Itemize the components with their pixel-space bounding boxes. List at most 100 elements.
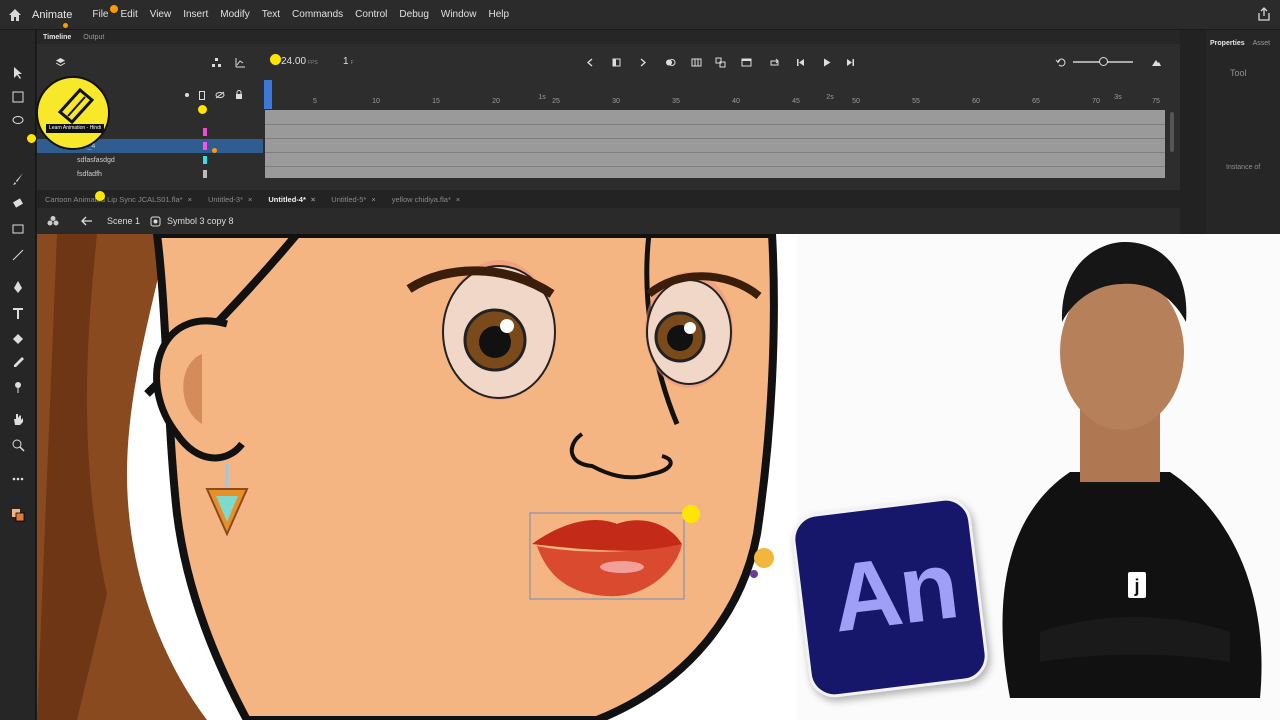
- ruler-number: 10: [372, 98, 380, 105]
- hand-tool-icon[interactable]: [8, 410, 28, 428]
- frame-divider: [265, 166, 1165, 167]
- menu-control[interactable]: Control: [355, 9, 387, 20]
- layer-name: fsdfadfh: [77, 170, 102, 178]
- close-icon[interactable]: ×: [311, 195, 315, 204]
- onion-skin-icon[interactable]: [663, 55, 677, 69]
- tab-asset[interactable]: Asset: [1253, 40, 1271, 47]
- home-icon[interactable]: [0, 0, 30, 30]
- prev-keyframe-icon[interactable]: [583, 55, 597, 69]
- scene-breadcrumb[interactable]: Scene 1: [107, 216, 140, 226]
- presenter-photo: j: [1002, 242, 1262, 698]
- menu-view[interactable]: View: [150, 9, 172, 20]
- zoom-slider-handle[interactable]: [1099, 57, 1108, 66]
- doc-tab-active[interactable]: Untitled-4* ×: [260, 195, 323, 204]
- doc-tab[interactable]: Cartoon Animated Lip Sync JCALS01.fla* ×: [37, 195, 200, 204]
- org-chart-icon[interactable]: [209, 55, 223, 69]
- current-frame[interactable]: 1F: [343, 56, 354, 67]
- eraser-tool-icon[interactable]: [8, 194, 28, 212]
- pen-tool-icon[interactable]: [8, 278, 28, 296]
- instance-label: Instance of: [1226, 164, 1261, 171]
- close-icon[interactable]: ×: [371, 195, 375, 204]
- free-transform-tool-icon[interactable]: [8, 88, 28, 106]
- zoom-slider[interactable]: [1073, 57, 1133, 66]
- brush-tool-icon[interactable]: [8, 170, 28, 188]
- more-tools-icon[interactable]: [8, 470, 28, 488]
- lasso-tool-icon[interactable]: [8, 112, 28, 130]
- lock-icon[interactable]: [235, 86, 243, 104]
- undo-icon[interactable]: [1053, 55, 1067, 69]
- step-forward-icon[interactable]: [843, 55, 857, 69]
- click-marker: [198, 105, 207, 114]
- zoom-tool-icon[interactable]: [8, 436, 28, 454]
- frame-view-icon[interactable]: [739, 55, 753, 69]
- eyedropper-tool-icon[interactable]: [8, 354, 28, 372]
- timeline-scrollbar[interactable]: [1170, 112, 1174, 152]
- ruler-number: 20: [492, 98, 500, 105]
- tween-icon[interactable]: [713, 55, 727, 69]
- share-icon[interactable]: [1256, 6, 1272, 22]
- play-icon[interactable]: [819, 55, 833, 69]
- layers-icon[interactable]: [53, 55, 67, 69]
- close-icon[interactable]: ×: [188, 195, 192, 204]
- tab-output[interactable]: Output: [77, 34, 110, 41]
- symbol-breadcrumb[interactable]: Symbol 3 copy 8: [150, 216, 234, 227]
- ruler-number: 75: [1152, 98, 1160, 105]
- next-keyframe-icon[interactable]: [635, 55, 649, 69]
- symbol-clip-icon[interactable]: [47, 215, 59, 227]
- eye-hidden-icon[interactable]: [215, 86, 225, 104]
- ruler-number: 15: [432, 98, 440, 105]
- selection-tool-icon[interactable]: [8, 64, 28, 82]
- ruler-number: 65: [1032, 98, 1040, 105]
- frame-grid[interactable]: [265, 110, 1165, 178]
- channel-badge: Learn Animation - Hindi: [36, 76, 110, 150]
- playhead[interactable]: [264, 80, 272, 109]
- frame-unit: F: [350, 60, 354, 66]
- back-arrow-icon[interactable]: [81, 216, 93, 226]
- doc-tab[interactable]: yellow chidiya.fla* ×: [384, 195, 469, 204]
- layer-row[interactable]: sdfasfasdgd: [37, 153, 263, 167]
- edit-bar: Scene 1 Symbol 3 copy 8: [37, 208, 1180, 234]
- layer-header: [185, 88, 243, 102]
- frame-ruler[interactable]: 1s 5 10 15 20 25 30 35 40 45 50 55 60 65…: [265, 94, 1165, 110]
- menu-text[interactable]: Text: [262, 9, 280, 20]
- properties-tabs: Properties Asset: [1210, 40, 1270, 47]
- stage-canvas[interactable]: j: [37, 234, 1280, 720]
- tab-timeline[interactable]: Timeline: [37, 34, 77, 41]
- paint-bucket-tool-icon[interactable]: [8, 330, 28, 348]
- close-icon[interactable]: ×: [248, 195, 252, 204]
- doc-tab[interactable]: Untitled-3* ×: [200, 195, 260, 204]
- menu-debug[interactable]: Debug: [399, 9, 428, 20]
- insert-keyframe-icon[interactable]: [609, 55, 623, 69]
- graph-icon[interactable]: [233, 55, 247, 69]
- fps-readout[interactable]: 24.00 FPS: [281, 56, 318, 67]
- tab-properties[interactable]: Properties: [1210, 40, 1245, 47]
- menu-modify[interactable]: Modify: [220, 9, 249, 20]
- symbol-icon: [150, 216, 161, 226]
- line-tool-icon[interactable]: [8, 246, 28, 264]
- fill-color-swatch[interactable]: [8, 506, 28, 524]
- click-marker: [270, 54, 281, 65]
- app-name: Animate: [32, 8, 73, 21]
- timeline-toolbar: 24.00 FPS 1F: [37, 44, 1180, 80]
- menu-insert[interactable]: Insert: [183, 9, 208, 20]
- rectangle-tool-icon[interactable]: [8, 220, 28, 238]
- menu-commands[interactable]: Commands: [292, 9, 343, 20]
- layer-color-swatch: [203, 142, 207, 150]
- highlight-icon[interactable]: [185, 93, 189, 97]
- menu-edit[interactable]: Edit: [120, 9, 137, 20]
- zoom-mountain-icon[interactable]: [1149, 55, 1163, 69]
- menu-file[interactable]: File: [92, 9, 108, 20]
- menu-window[interactable]: Window: [441, 9, 477, 20]
- frame-divider: [265, 124, 1165, 125]
- step-back-icon[interactable]: [793, 55, 807, 69]
- close-icon[interactable]: ×: [456, 195, 460, 204]
- outline-icon[interactable]: [199, 90, 205, 100]
- layer-color-swatch: [203, 156, 207, 164]
- layer-row[interactable]: fsdfadfh: [37, 167, 263, 181]
- text-tool-icon[interactable]: [8, 304, 28, 322]
- doc-tab[interactable]: Untitled-5* ×: [323, 195, 383, 204]
- menu-help[interactable]: Help: [488, 9, 509, 20]
- pin-tool-icon[interactable]: [8, 378, 28, 396]
- loop-icon[interactable]: [767, 55, 781, 69]
- edit-multiple-frames-icon[interactable]: [689, 55, 703, 69]
